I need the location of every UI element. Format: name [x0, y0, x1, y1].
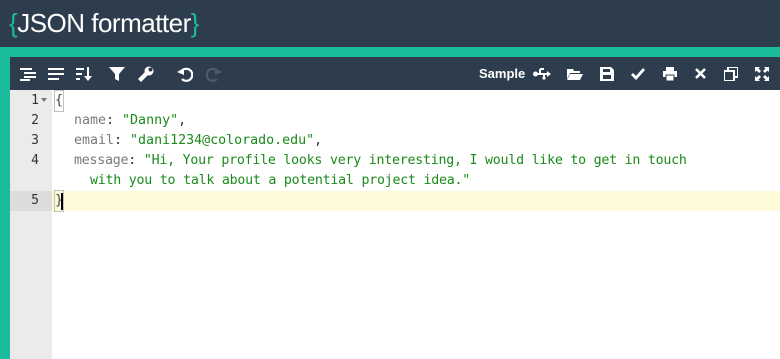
line-number: 3 [31, 133, 39, 148]
code-line-3: email: "dani1234@colorado.edu", [74, 131, 322, 151]
fold-toggle-icon[interactable] [41, 98, 47, 102]
code-line-2: name: "Danny", [74, 111, 186, 131]
sort-icon [76, 66, 92, 81]
text-cursor [61, 193, 63, 210]
open-brace: { [53, 90, 65, 112]
open-folder-icon [567, 68, 583, 80]
json-string-continued: with you to talk about a potential proje… [90, 173, 471, 188]
sort-button[interactable] [69, 57, 99, 90]
json-key: name [74, 113, 107, 128]
repair-button[interactable] [131, 57, 161, 90]
compact-icon [48, 67, 64, 80]
frame-top-border [0, 47, 780, 57]
frame-left-border [0, 47, 10, 359]
json-string: "Danny" [122, 113, 179, 128]
line-number: 5 [31, 193, 39, 208]
colon: : [106, 113, 123, 128]
save-icon [600, 66, 614, 81]
undo-icon [177, 67, 193, 82]
fullscreen-button[interactable] [747, 57, 777, 90]
filter-button[interactable] [102, 57, 132, 90]
json-key: message [74, 153, 129, 168]
clear-button[interactable] [685, 57, 715, 90]
code-line-4-wrap: with you to talk about a potential proje… [90, 171, 470, 191]
fullscreen-icon [755, 66, 769, 81]
logo-close-brace: } [190, 8, 200, 38]
code-line-1: { [53, 90, 65, 112]
filter-icon [109, 66, 125, 81]
active-line-highlight [52, 191, 780, 211]
usb-icon [533, 67, 551, 80]
logo-open-brace: { [9, 8, 18, 38]
redo-button[interactable] [199, 57, 229, 90]
colon: : [128, 153, 144, 168]
format-icon [20, 67, 36, 81]
wrench-icon [138, 66, 154, 82]
copy-icon [724, 66, 738, 81]
format-button[interactable] [13, 57, 43, 90]
comma: , [314, 133, 323, 148]
json-string: "dani1234@colorado.edu" [130, 133, 315, 148]
app-logo[interactable]: {JSON formatter} [9, 7, 199, 39]
logo-text: JSON formatter [17, 8, 191, 38]
app-header: {JSON formatter} [0, 0, 780, 47]
check-icon [631, 67, 645, 80]
json-editor[interactable]: 1 2 3 4 5 { name: "Danny", email: "dani1… [10, 90, 780, 359]
colon: : [114, 133, 131, 148]
usb-button[interactable] [527, 57, 557, 90]
compact-button[interactable] [41, 57, 71, 90]
comma: , [178, 113, 187, 128]
editor-toolbar: Sample [10, 57, 780, 90]
line-number: 4 [31, 153, 39, 168]
close-icon [694, 68, 706, 79]
undo-button[interactable] [170, 57, 200, 90]
line-number: 2 [31, 113, 39, 128]
sample-button[interactable]: Sample [479, 57, 525, 90]
open-button[interactable] [560, 57, 590, 90]
print-icon [663, 66, 677, 81]
line-number: 1 [31, 93, 39, 108]
json-key: email [74, 133, 115, 148]
json-string: "Hi, Your profile looks very interesting… [143, 153, 687, 168]
redo-icon [206, 67, 222, 82]
print-button[interactable] [655, 57, 685, 90]
validate-button[interactable] [623, 57, 653, 90]
save-button[interactable] [592, 57, 622, 90]
copy-button[interactable] [716, 57, 746, 90]
code-line-4: message: "Hi, Your profile looks very in… [74, 151, 687, 171]
